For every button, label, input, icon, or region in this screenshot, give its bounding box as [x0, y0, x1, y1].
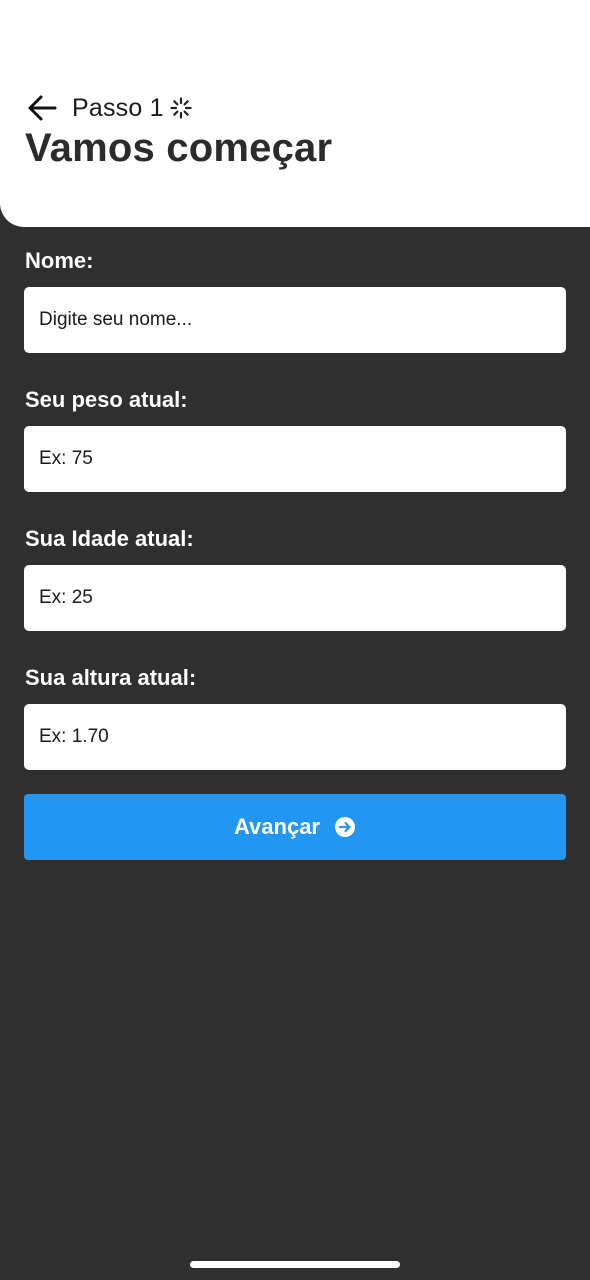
page-title: Vamos começar [25, 126, 333, 170]
age-label: Sua Idade atual: [25, 526, 194, 551]
arrow-right-circle-icon [335, 817, 355, 837]
weight-label: Seu peso atual: [25, 387, 188, 412]
spinner-icon [170, 97, 192, 119]
name-label: Nome: [25, 248, 94, 273]
arrow-left-icon [28, 95, 57, 121]
header-panel: Passo 1 Vamos começar [0, 0, 590, 227]
height-label: Sua altura atual: [25, 665, 197, 690]
step-row: Passo 1 [24, 88, 192, 128]
weight-input[interactable] [24, 426, 566, 492]
age-input[interactable] [24, 565, 566, 631]
step-label: Passo 1 [72, 93, 164, 122]
next-button[interactable]: Avançar [24, 794, 566, 860]
height-input[interactable] [24, 704, 566, 770]
name-input[interactable] [24, 287, 566, 353]
next-button-label: Avançar [233, 814, 320, 839]
back-button[interactable] [24, 90, 60, 126]
home-indicator [190, 1261, 400, 1268]
app-screen: Passo 1 Vamos começar Nome: Seu peso atu… [0, 0, 590, 1280]
profile-form: Nome: Seu peso atual: Sua Idade atual: S… [24, 245, 566, 860]
